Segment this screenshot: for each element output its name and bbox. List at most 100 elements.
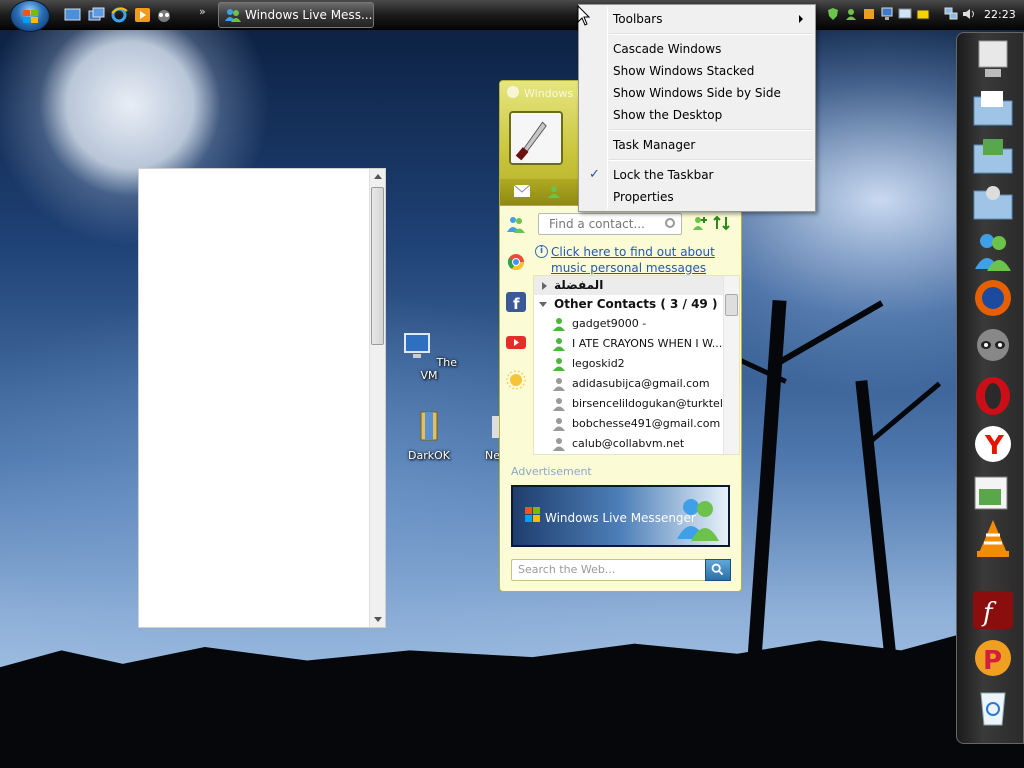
advertisement-banner[interactable]: Windows Live Messenger	[511, 485, 730, 547]
menu-item-label: Properties	[613, 190, 674, 204]
tray-network-icon[interactable]	[880, 7, 894, 21]
pictures-folder-icon[interactable]	[971, 135, 1015, 177]
youtube-icon[interactable]	[506, 332, 526, 352]
browser-quicklaunch-icon[interactable]	[156, 7, 173, 23]
list-item[interactable]: birsencelildogukan@turktel...	[552, 394, 724, 414]
p-app-icon[interactable]: P	[971, 637, 1015, 679]
taskbar[interactable]: » Windows Live Mess... 22:23	[0, 0, 1024, 32]
tree-branch	[776, 300, 884, 366]
music-folder-icon[interactable]	[971, 181, 1015, 223]
menu-item-label: Show Windows Side by Side	[613, 86, 781, 100]
search-icon[interactable]	[665, 218, 675, 228]
yandex-icon[interactable]: Y	[971, 423, 1015, 465]
offline-status-icon	[553, 398, 565, 411]
desktop-icon-darkok[interactable]: DarkOK	[394, 410, 464, 462]
tray-shield-icon[interactable]	[826, 7, 840, 21]
contact-list-scroll-thumb[interactable]	[725, 294, 738, 316]
documents-folder-icon[interactable]	[971, 87, 1015, 129]
facebook-icon[interactable]: f	[506, 292, 526, 312]
volume-icon[interactable]	[962, 7, 976, 21]
list-item[interactable]: gadget9000 -	[552, 314, 724, 334]
blank-window[interactable]	[138, 168, 386, 628]
contact-list-scrollbar[interactable]	[723, 276, 739, 454]
sun-icon[interactable]	[506, 370, 526, 390]
menu-item-task-manager[interactable]: Task Manager	[581, 134, 813, 156]
tray-display-icon[interactable]	[898, 7, 912, 21]
tree-silhouette	[747, 299, 787, 661]
menu-item-show-windows-side-by-side[interactable]: Show Windows Side by Side	[581, 82, 813, 104]
desktop-icon-the-vm[interactable]: The VM	[394, 330, 464, 382]
chevron-down-icon	[539, 302, 547, 307]
contacts-icon[interactable]	[506, 214, 526, 234]
menu-item-lock-taskbar[interactable]: ✓ Lock the Taskbar	[581, 164, 813, 186]
scroll-thumb[interactable]	[371, 187, 384, 345]
taskbar-button-messenger[interactable]: Windows Live Mess...	[218, 2, 374, 28]
offline-status-icon	[553, 438, 565, 451]
contact-name: gadget9000 -	[572, 317, 647, 330]
internet-explorer-icon[interactable]	[111, 7, 128, 23]
show-desktop-icon[interactable]	[64, 7, 81, 23]
menu-item-show-desktop[interactable]: Show the Desktop	[581, 104, 813, 126]
menu-item-properties[interactable]: Properties	[581, 186, 813, 208]
taskbar-context-menu: Toolbars Cascade Windows Show Windows St…	[578, 4, 816, 212]
contact-search-input[interactable]: Find a contact...	[538, 213, 682, 235]
quicklaunch-overflow-icon[interactable]: »	[199, 5, 206, 18]
media-player-icon[interactable]	[134, 7, 151, 23]
clock[interactable]: 22:23	[984, 8, 1016, 21]
chrome-icon[interactable]	[506, 252, 526, 272]
paint-icon[interactable]	[971, 471, 1015, 513]
scroll-down-icon[interactable]	[374, 617, 382, 622]
list-item[interactable]: I ATE CRAYONS WHEN I W...	[552, 334, 724, 354]
menu-item-label: Task Manager	[613, 138, 696, 152]
avatar[interactable]	[509, 111, 563, 165]
add-contact-icon[interactable]	[692, 215, 708, 231]
group-favorites-label: المفضلة	[554, 278, 604, 292]
contact-list[interactable]: المفضلة Other Contacts ( 3 / 49 ) gadget…	[533, 275, 740, 455]
taskbar-button-label: Windows Live Mess...	[245, 8, 373, 22]
tray-messenger-icon[interactable]	[844, 7, 858, 21]
desktop-icon-partial[interactable]: Ne	[470, 410, 500, 462]
firefox-icon[interactable]	[971, 277, 1015, 319]
messenger-buddies-icon	[677, 499, 719, 541]
info-icon: i	[535, 245, 548, 258]
start-button[interactable]	[10, 0, 50, 32]
menu-separator	[609, 33, 813, 35]
list-item[interactable]: adidasubijca@gmail.com	[552, 374, 724, 394]
mail-icon[interactable]	[514, 185, 530, 197]
blank-window-scrollbar[interactable]	[369, 169, 385, 627]
menu-item-label: Lock the Taskbar	[613, 168, 714, 182]
sort-contacts-icon[interactable]	[713, 215, 731, 231]
group-favorites[interactable]: المفضلة	[534, 276, 724, 295]
menu-separator	[609, 159, 813, 161]
chevron-right-icon	[542, 282, 547, 290]
menu-item-show-windows-stacked[interactable]: Show Windows Stacked	[581, 60, 813, 82]
opera-icon[interactable]	[971, 375, 1015, 417]
list-item[interactable]: bobchesse491@gmail.com	[552, 414, 724, 434]
tray-update-icon[interactable]	[916, 7, 930, 21]
contact-name: adidasubijca@gmail.com	[572, 377, 710, 390]
list-item[interactable]: calub@collabvm.net	[552, 434, 724, 454]
menu-item-label: Cascade Windows	[613, 42, 722, 56]
computer-dock-icon[interactable]	[971, 39, 1015, 81]
vlc-icon[interactable]	[971, 517, 1015, 559]
web-search-input[interactable]: Search the Web...	[511, 559, 731, 581]
scroll-up-icon[interactable]	[374, 174, 382, 179]
messenger-dock-icon[interactable]	[971, 229, 1015, 271]
raccoon-browser-icon[interactable]	[971, 323, 1015, 365]
menu-item-cascade-windows[interactable]: Cascade Windows	[581, 38, 813, 60]
recycle-bin-icon[interactable]	[971, 685, 1015, 727]
music-messages-link[interactable]: Click here to find out about music perso…	[551, 244, 739, 276]
contact-name: birsencelildogukan@turktel...	[572, 397, 724, 410]
switch-windows-icon[interactable]	[88, 7, 105, 23]
menu-item-toolbars[interactable]: Toolbars	[581, 8, 813, 30]
contacts-toolbar-icon[interactable]	[546, 184, 562, 198]
online-status-icon	[553, 318, 565, 331]
advertisement-label: Advertisement	[511, 465, 592, 478]
list-item[interactable]: legoskid2	[552, 354, 724, 374]
tray-security-icon[interactable]	[862, 7, 876, 21]
web-search-button[interactable]	[705, 559, 731, 581]
tray-connection-icon[interactable]	[944, 7, 958, 21]
flash-player-icon[interactable]: f	[971, 589, 1015, 631]
group-other-contacts[interactable]: Other Contacts ( 3 / 49 )	[534, 295, 724, 314]
computer-icon	[404, 333, 431, 358]
